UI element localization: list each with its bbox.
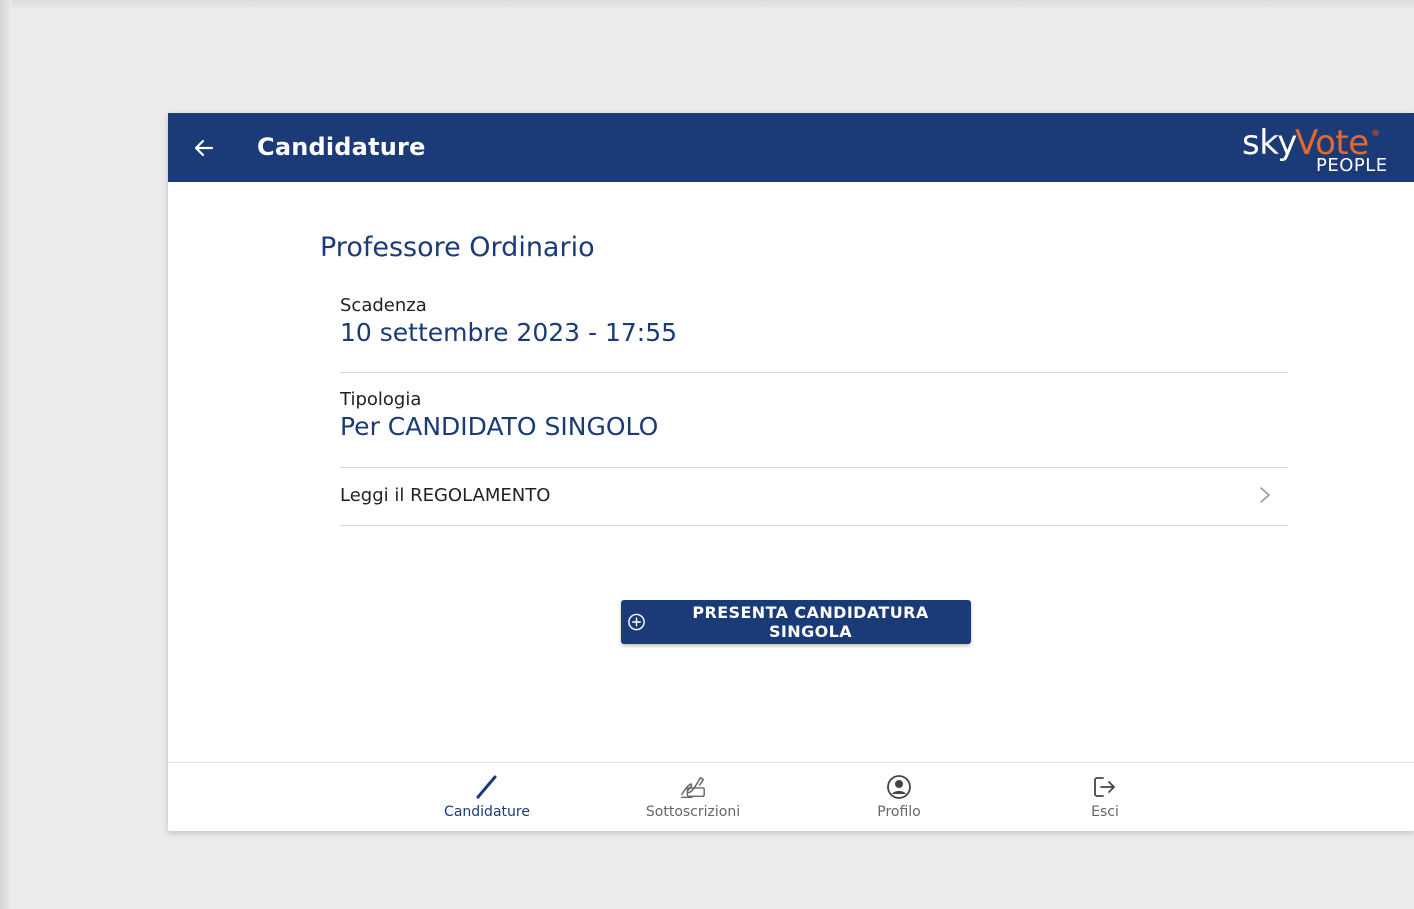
app-window: Candidature sky Vote ® PEOPLE Professore… — [168, 113, 1414, 831]
tipologia-field: Tipologia Per CANDIDATO SINGOLO — [340, 389, 1288, 468]
app-bar: Candidature sky Vote ® PEOPLE — [168, 113, 1414, 182]
signature-icon — [681, 776, 705, 798]
pencil-icon — [476, 775, 497, 799]
nav-sottoscrizioni-label: Sottoscrizioni — [645, 804, 741, 820]
skyvote-logo: sky Vote ® PEOPLE — [1242, 123, 1388, 176]
tipologia-label: Tipologia — [340, 389, 422, 410]
tipologia-value: Per CANDIDATO SINGOLO — [340, 412, 659, 441]
background-edge — [0, 0, 12, 909]
page-title: Candidature — [257, 133, 426, 161]
scadenza-field: Scadenza 10 settembre 2023 - 17:55 — [340, 295, 1288, 373]
nav-profilo[interactable]: Profilo — [819, 763, 979, 831]
scadenza-label: Scadenza — [340, 295, 427, 316]
presenta-candidatura-button[interactable]: PRESENTA CANDIDATURA SINGOLA — [621, 600, 971, 644]
add-circle-icon — [628, 613, 645, 631]
election-title: Professore Ordinario — [320, 232, 595, 263]
regolamento-link[interactable]: Leggi il REGOLAMENTO — [340, 467, 1288, 526]
chevron-right-icon — [1260, 487, 1270, 503]
presenta-candidatura-label: PRESENTA CANDIDATURA SINGOLA — [692, 603, 929, 641]
arrow-left-icon — [194, 139, 214, 157]
scadenza-value: 10 settembre 2023 - 17:55 — [340, 318, 678, 347]
regolamento-label: Leggi il REGOLAMENTO — [340, 485, 551, 506]
bottom-navigation: Candidature Sottoscrizioni Profilo Esci — [168, 762, 1414, 831]
nav-sottoscrizioni[interactable]: Sottoscrizioni — [613, 763, 773, 831]
background-shade — [0, 0, 1414, 10]
logout-icon — [1094, 777, 1115, 797]
profile-icon — [887, 775, 911, 799]
nav-candidature[interactable]: Candidature — [407, 763, 567, 831]
nav-profilo-label: Profilo — [877, 804, 921, 820]
back-button[interactable] — [186, 130, 222, 166]
nav-candidature-label: Candidature — [444, 804, 530, 820]
nav-esci[interactable]: Esci — [1025, 763, 1185, 831]
nav-esci-label: Esci — [1091, 804, 1119, 820]
